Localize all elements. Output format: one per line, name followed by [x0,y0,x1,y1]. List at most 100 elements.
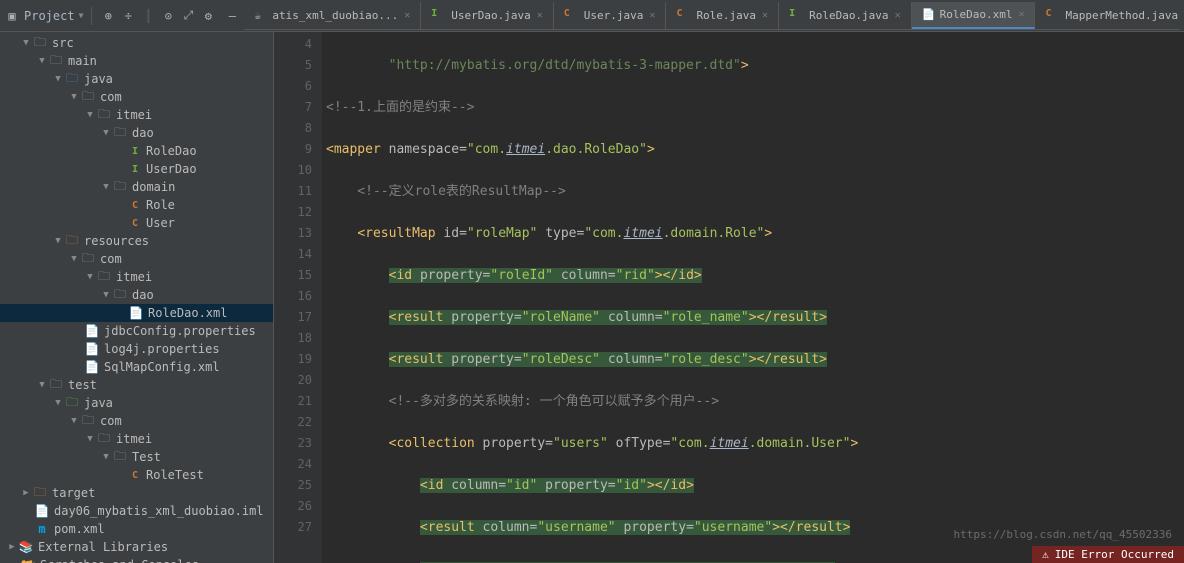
target-icon[interactable]: ⊙ [160,8,176,24]
close-icon[interactable]: ✕ [649,10,655,21]
file-icon: 📄 [84,341,100,357]
tree-scratch[interactable]: 📂Scratches and Consoles [0,556,273,563]
chevron-down-icon[interactable]: ▼ [68,92,80,102]
tree-t-com[interactable]: ▼🗀com [0,412,273,430]
class-icon: C [128,198,142,212]
close-icon[interactable]: ✕ [895,10,901,21]
tree-itmei[interactable]: ▼🗀itmei [0,106,273,124]
tree-target[interactable]: ▶🗀target [0,484,273,502]
code-content[interactable]: "http://mybatis.org/dtd/mybatis-3-mapper… [322,32,1184,563]
expand-icon[interactable]: ⤢ [180,8,196,24]
tree-extlib[interactable]: ▶📚External Libraries [0,538,273,556]
dropdown-arrow-icon[interactable]: ▼ [79,11,84,20]
divide-icon[interactable]: ÷ [120,8,136,24]
tree-r-itmei[interactable]: ▼🗀itmei [0,268,273,286]
separator [91,7,92,25]
resources-icon: 🗀 [64,233,80,249]
collapse-icon[interactable]: ⊕ [100,8,116,24]
tab-0[interactable]: ☕atis_xml_duobiao...✕ [244,2,421,29]
tree-sqlmap[interactable]: 📄SqlMapConfig.xml [0,358,273,376]
tree-src[interactable]: ▼🗀src [0,34,273,52]
folder-icon: 🗀 [80,89,96,105]
tree-main[interactable]: ▼🗀main [0,52,273,70]
tree-role-c[interactable]: CRole [0,196,273,214]
tab-mappermethod[interactable]: CMapperMethod.java✕ [1035,2,1180,29]
file-icon: 📄 [84,359,100,375]
code-text: <!--1.上面的是约束--> [326,100,474,115]
chevron-down-icon[interactable]: ▼ [52,398,64,408]
tree-roledao-i[interactable]: IRoleDao [0,142,273,160]
line-gutter: 4567891011121314151617181920212223242526… [274,32,322,563]
tree-r-dao[interactable]: ▼🗀dao [0,286,273,304]
chevron-down-icon[interactable]: ▼ [100,128,112,138]
java-icon: ☕ [254,9,266,21]
tree-java[interactable]: ▼🗀java [0,70,273,88]
close-icon[interactable]: ✕ [762,10,768,21]
folder-icon: 🗀 [112,179,128,195]
project-toolbar: ▣ Project ▼ ⊕ ÷ ┃ ⊙ ⤢ ⚙ — ☕atis_xml_duob… [0,0,1184,32]
project-label[interactable]: Project [24,9,75,23]
tree-log4j[interactable]: 📄log4j.properties [0,340,273,358]
chevron-down-icon[interactable]: ▼ [52,74,64,84]
folder-icon: 🗀 [112,287,128,303]
error-icon: ⚠ [1042,548,1049,561]
code-text: <!--定义role表的ResultMap--> [326,184,566,199]
chevron-down-icon[interactable]: ▼ [68,254,80,264]
close-icon[interactable]: ✕ [1018,9,1024,20]
tab-roledao-xml[interactable]: 📄RoleDao.xml✕ [912,2,1036,29]
chevron-down-icon[interactable]: ▼ [20,38,32,48]
close-icon[interactable]: ✕ [404,10,410,21]
tree-t-java[interactable]: ▼🗀java [0,394,273,412]
tree-roletest[interactable]: CRoleTest [0,466,273,484]
chevron-down-icon[interactable]: ▼ [84,272,96,282]
chevron-down-icon[interactable]: ▼ [100,290,112,300]
folder-icon: 🗀 [96,269,112,285]
class-icon: C [676,8,690,22]
class-icon: C [128,468,142,482]
project-tree[interactable]: ▼🗀src ▼🗀main ▼🗀java ▼🗀com ▼🗀itmei ▼🗀dao … [0,32,274,563]
library-icon: 📚 [18,539,34,555]
class-icon: C [564,8,578,22]
tab-role[interactable]: CRole.java✕ [666,2,779,29]
tree-iml[interactable]: 📄day06_mybatis_xml_duobiao.iml [0,502,273,520]
minimize-icon[interactable]: — [224,8,240,24]
editor-tabs: ☕atis_xml_duobiao...✕ IUserDao.java✕ CUs… [244,2,1180,30]
tree-t-itmei[interactable]: ▼🗀itmei [0,430,273,448]
tree-resources[interactable]: ▼🗀resources [0,232,273,250]
tree-t-test[interactable]: ▼🗀Test [0,448,273,466]
gear-icon[interactable]: ⚙ [200,8,216,24]
interface-icon: I [789,8,803,22]
tree-r-com[interactable]: ▼🗀com [0,250,273,268]
chevron-right-icon[interactable]: ▶ [6,542,18,552]
folder-icon: 🗀 [64,71,80,87]
tree-jdbc[interactable]: 📄jdbcConfig.properties [0,322,273,340]
tab-roledao[interactable]: IRoleDao.java✕ [779,2,912,29]
tree-com[interactable]: ▼🗀com [0,88,273,106]
tree-domain[interactable]: ▼🗀domain [0,178,273,196]
code-editor[interactable]: 4567891011121314151617181920212223242526… [274,32,1184,563]
tree-dao[interactable]: ▼🗀dao [0,124,273,142]
xml-icon: 📄 [922,8,934,20]
chevron-down-icon[interactable]: ▼ [52,236,64,246]
chevron-down-icon[interactable]: ▼ [100,452,112,462]
tab-userdao[interactable]: IUserDao.java✕ [421,2,554,29]
tree-pom[interactable]: mpom.xml [0,520,273,538]
code-text: <!--多对多的关系映射: 一个角色可以赋予多个用户--> [326,394,719,409]
chevron-down-icon[interactable]: ▼ [36,380,48,390]
folder-icon: 🗀 [80,251,96,267]
tab-user[interactable]: CUser.java✕ [554,2,667,29]
chevron-down-icon[interactable]: ▼ [68,416,80,426]
close-icon[interactable]: ✕ [537,10,543,21]
chevron-right-icon[interactable]: ▶ [20,488,32,498]
tree-roledao-xml[interactable]: 📄RoleDao.xml [0,304,273,322]
ide-error-badge[interactable]: ⚠IDE Error Occurred [1032,546,1184,563]
class-icon: C [128,216,142,230]
tree-test[interactable]: ▼🗀test [0,376,273,394]
chevron-down-icon[interactable]: ▼ [84,434,96,444]
chevron-down-icon[interactable]: ▼ [84,110,96,120]
tree-userdao-i[interactable]: IUserDao [0,160,273,178]
folder-icon: 🗀 [96,107,112,123]
chevron-down-icon[interactable]: ▼ [100,182,112,192]
tree-user-c[interactable]: CUser [0,214,273,232]
chevron-down-icon[interactable]: ▼ [36,56,48,66]
